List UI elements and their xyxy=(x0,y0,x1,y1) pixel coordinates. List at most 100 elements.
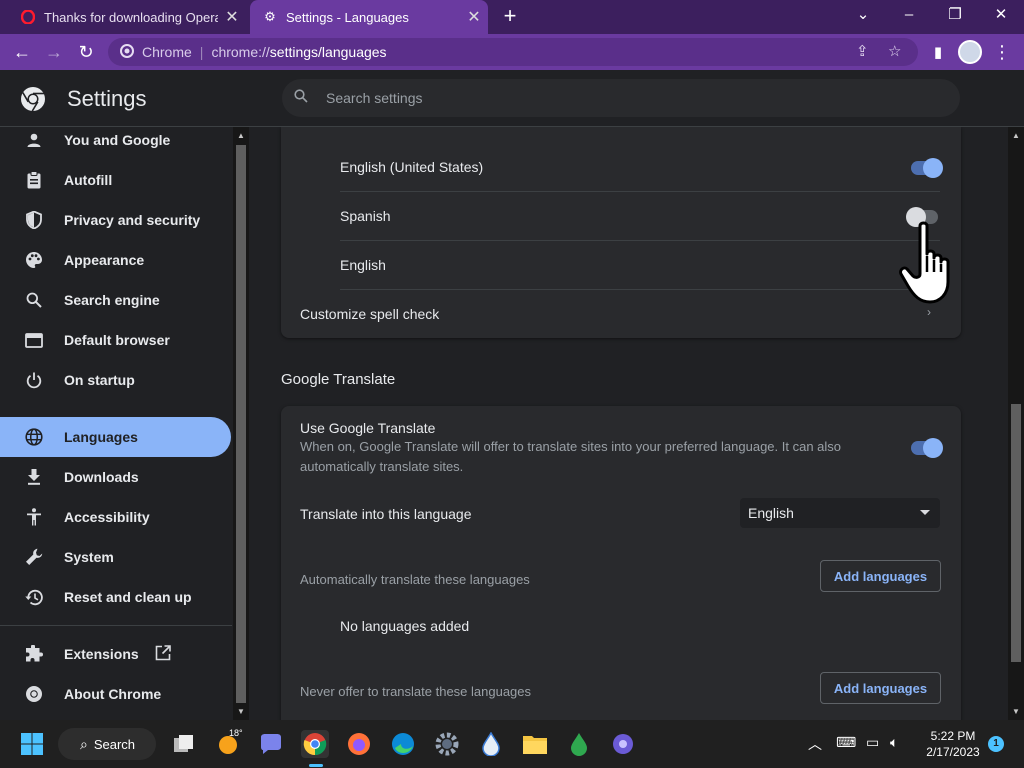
tab-opera[interactable]: Thanks for downloading Opera ✕ xyxy=(8,0,246,34)
search-settings-input[interactable]: Search settings xyxy=(282,79,960,117)
back-icon[interactable]: ← xyxy=(8,38,36,66)
translate-into-select[interactable]: English xyxy=(740,498,940,528)
gear-icon: ⚙ xyxy=(264,9,276,24)
history-icon xyxy=(24,589,44,606)
side-panel-icon[interactable]: ▮ xyxy=(924,38,952,66)
sidebar-item-search-engine[interactable]: Search engine xyxy=(0,280,232,320)
purple-app-icon[interactable] xyxy=(609,730,637,758)
sidebar-item-languages[interactable]: Languages xyxy=(0,417,231,457)
task-view-icon[interactable] xyxy=(170,730,198,758)
droplet-app-icon[interactable] xyxy=(477,730,505,758)
reload-icon[interactable]: ↻ xyxy=(72,38,100,66)
settings-gear-icon[interactable] xyxy=(433,730,461,758)
share-icon[interactable]: ⇪ xyxy=(856,42,869,60)
address-bar[interactable]: Chrome | chrome://settings/languages ⇪ ☆ xyxy=(108,38,918,66)
use-google-translate-toggle[interactable] xyxy=(911,438,943,458)
tab-title: Thanks for downloading Opera xyxy=(44,9,218,25)
puzzle-icon xyxy=(24,645,44,663)
sidebar-item-about-chrome[interactable]: About Chrome xyxy=(0,674,232,714)
sidebar-item-label: Privacy and security xyxy=(64,212,201,228)
forward-icon[interactable]: → xyxy=(40,38,68,66)
chat-icon[interactable] xyxy=(257,730,285,758)
no-languages-added-text: No languages added xyxy=(340,618,470,634)
close-tab-icon[interactable]: ✕ xyxy=(460,7,488,27)
profile-avatar[interactable] xyxy=(958,40,982,64)
add-languages-button-never[interactable]: Add languages xyxy=(820,672,941,704)
weather-temperature: 18° xyxy=(229,728,243,738)
selected-language: English xyxy=(748,505,794,521)
sidebar-item-default-browser[interactable]: Default browser xyxy=(0,320,232,360)
scroll-up-icon[interactable]: ▲ xyxy=(1008,131,1024,140)
chrome-taskbar-icon[interactable] xyxy=(301,730,329,758)
search-placeholder: Search settings xyxy=(326,90,423,106)
accessibility-icon xyxy=(24,508,44,526)
edge-icon[interactable] xyxy=(389,730,417,758)
url-text: chrome://settings/languages xyxy=(211,44,386,60)
sidebar-item-on-startup[interactable]: On startup xyxy=(0,360,232,400)
sidebar-item-label: Default browser xyxy=(64,332,170,348)
tab-settings-languages[interactable]: ⚙ Settings - Languages ✕ xyxy=(250,0,488,34)
person-icon xyxy=(24,132,44,148)
toggle-knob xyxy=(923,438,943,458)
more-menu-icon[interactable]: ⋮ xyxy=(988,38,1016,66)
sidebar-scrollbar-thumb[interactable] xyxy=(236,145,246,703)
chrome-logo-icon xyxy=(21,87,45,112)
google-translate-card: Use Google Translate When on, Google Tra… xyxy=(281,406,961,720)
network-icon[interactable]: ▭ xyxy=(866,734,879,751)
minimize-icon[interactable]: – xyxy=(886,0,932,34)
chrome-logo-icon xyxy=(24,685,44,703)
external-link-icon xyxy=(155,644,171,664)
tab-title: Settings - Languages xyxy=(286,9,409,25)
wrench-icon xyxy=(24,548,44,566)
browser-toolbar: ← → ↻ Chrome | chrome://settings/languag… xyxy=(0,34,1024,70)
sidebar-item-downloads[interactable]: Downloads xyxy=(0,457,232,497)
restore-icon[interactable]: ❐ xyxy=(932,0,978,34)
search-icon xyxy=(24,292,44,308)
firefox-icon[interactable] xyxy=(345,730,373,758)
keyboard-icon[interactable]: ⌨ xyxy=(836,734,856,751)
sidebar-item-label: System xyxy=(64,549,114,565)
sidebar-item-reset[interactable]: Reset and clean up xyxy=(0,577,232,617)
main-scrollbar-thumb[interactable] xyxy=(1011,404,1021,662)
google-translate-heading: Google Translate xyxy=(281,371,396,388)
volume-icon[interactable]: 🔈︎ xyxy=(890,734,898,751)
url-scheme: chrome:// xyxy=(211,44,270,60)
customize-spell-check-link[interactable]: Customize spell check xyxy=(300,306,439,322)
green-drop-app-icon[interactable] xyxy=(565,730,593,758)
dropdown-caret-icon xyxy=(920,510,930,515)
sidebar-item-extensions[interactable]: Extensions xyxy=(0,634,232,674)
windows-start-icon[interactable] xyxy=(18,730,46,758)
file-explorer-icon[interactable] xyxy=(521,730,549,758)
power-icon xyxy=(24,372,44,389)
sidebar-item-you-and-google[interactable]: You and Google xyxy=(0,120,232,160)
use-google-translate-description: When on, Google Translate will offer to … xyxy=(300,437,900,477)
english-us-toggle[interactable] xyxy=(911,158,943,178)
add-languages-button-auto[interactable]: Add languages xyxy=(820,560,941,592)
sidebar-item-label: Accessibility xyxy=(64,509,150,525)
close-tab-icon[interactable]: ✕ xyxy=(218,7,246,27)
new-tab-icon[interactable]: + xyxy=(498,3,522,31)
show-hidden-icons-chevron-icon[interactable]: ︿ xyxy=(808,734,822,754)
close-window-icon[interactable]: ✕ xyxy=(978,0,1024,34)
description-line: When on, Google Translate will offer to … xyxy=(300,439,842,454)
bookmark-star-icon[interactable]: ☆ xyxy=(888,42,901,60)
taskbar-search[interactable]: ⌕ Search xyxy=(58,728,156,760)
sidebar-item-accessibility[interactable]: Accessibility xyxy=(0,497,232,537)
notification-badge[interactable]: 1 xyxy=(988,736,1004,752)
row-divider xyxy=(340,240,940,241)
tab-search-icon[interactable]: ⌄ xyxy=(840,0,886,34)
sidebar-item-appearance[interactable]: Appearance xyxy=(0,240,232,280)
system-clock[interactable]: 5:22 PM 2/17/2023 xyxy=(918,728,988,760)
search-icon: ⌕ xyxy=(80,735,88,752)
search-icon xyxy=(294,89,308,107)
scroll-up-icon[interactable]: ▲ xyxy=(233,131,249,140)
settings-main: English (United States) Spanish English … xyxy=(250,127,1008,720)
sidebar-item-privacy[interactable]: Privacy and security xyxy=(0,200,232,240)
never-translate-label: Never offer to translate these languages xyxy=(300,684,532,699)
sidebar-item-system[interactable]: System xyxy=(0,537,232,577)
sidebar-item-autofill[interactable]: Autofill xyxy=(0,160,232,200)
url-path: settings/languages xyxy=(269,44,387,60)
scroll-down-icon[interactable]: ▼ xyxy=(1008,707,1024,716)
omnibox-divider: | xyxy=(199,44,204,60)
scroll-down-icon[interactable]: ▼ xyxy=(233,707,249,716)
